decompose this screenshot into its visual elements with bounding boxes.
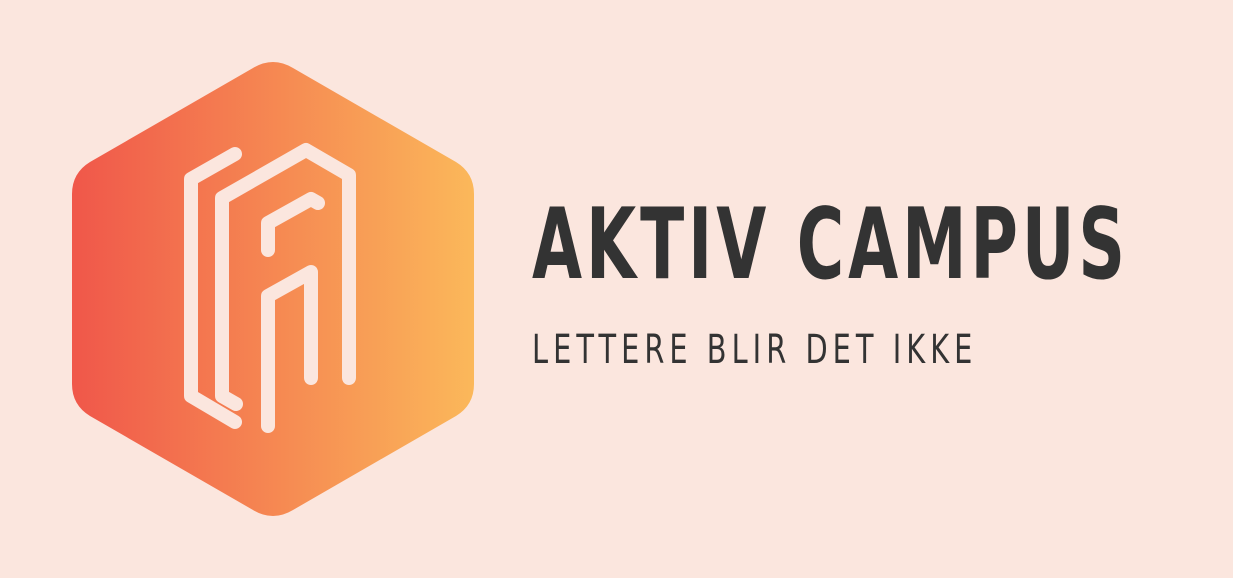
hexagon-monogram-icon	[72, 62, 474, 516]
wordmark: AKTIV CAMPUS LETTERE BLIR DET IKKE	[532, 190, 1192, 372]
tagline: LETTERE BLIR DET IKKE	[532, 327, 978, 373]
brand-name: AKTIV CAMPUS	[532, 188, 1129, 302]
logo: AKTIV CAMPUS LETTERE BLIR DET IKKE	[0, 0, 1233, 578]
